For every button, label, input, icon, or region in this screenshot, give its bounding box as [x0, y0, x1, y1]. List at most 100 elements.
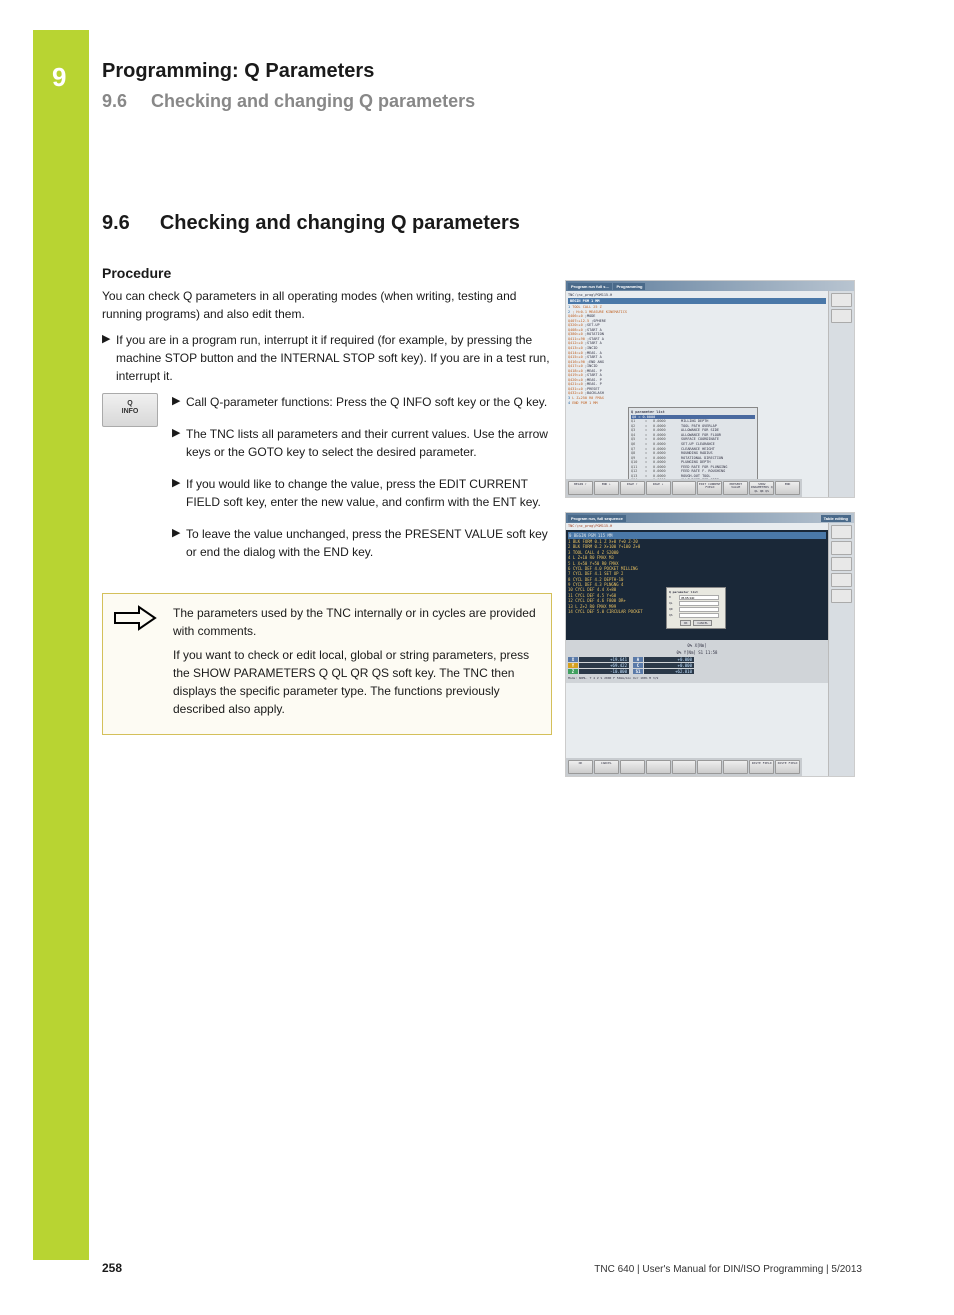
- section-number: 9.6: [102, 91, 127, 111]
- status-line: 0% Y[Nm] S1 11:58: [568, 649, 826, 656]
- program-begin: BEGIN PGM 1 MM: [568, 298, 826, 305]
- right-toolbar: [828, 291, 854, 497]
- softkey-button[interactable]: PRESENT VALUE: [723, 481, 748, 495]
- subbullet-item: ▶ The TNC lists all parameters and their…: [172, 425, 552, 461]
- footer-text: TNC 640 | User's Manual for DIN/ISO Prog…: [594, 1264, 862, 1275]
- triangle-bullet-icon: ▶: [172, 525, 186, 561]
- note-box: The parameters used by the TNC internall…: [102, 593, 552, 735]
- dialog-cancel-button[interactable]: CANCEL: [693, 620, 712, 626]
- subbullet-text: The TNC lists all parameters and their c…: [186, 425, 552, 461]
- axis-value: -10.000: [579, 669, 629, 674]
- chapter-title: Programming: Q Parameters: [102, 60, 862, 83]
- softkey-button[interactable]: [646, 760, 671, 774]
- softkey-button[interactable]: PAGE ↓: [646, 481, 671, 495]
- chapter-sidebar: [33, 30, 89, 1260]
- triangle-bullet-icon: ▶: [172, 475, 186, 511]
- triangle-bullet-icon: ▶: [172, 425, 186, 461]
- softkey-button[interactable]: CANCEL: [594, 760, 619, 774]
- softkey-button[interactable]: [723, 760, 748, 774]
- dialog-title: Q parameter list: [669, 590, 723, 594]
- intro-text: You can check Q parameters in all operat…: [102, 287, 552, 323]
- coordinate-row: X+19.641A+0.000: [568, 657, 826, 662]
- screenshot-titlebar: Program run full s… Programming: [566, 281, 854, 291]
- running-section-header: 9.6 Checking and changing Q parameters: [102, 91, 862, 112]
- dialog-field-label: 0: [669, 595, 679, 600]
- softkey-button[interactable]: END ↓: [594, 481, 619, 495]
- subbullet-text: Call Q-parameter functions: Press the Q …: [186, 393, 547, 411]
- softkey-button[interactable]: PAGE ↑: [620, 481, 645, 495]
- softkey-button[interactable]: END: [775, 481, 800, 495]
- toolbar-button[interactable]: [831, 293, 852, 307]
- dialog-field-label: QR: [669, 607, 679, 612]
- arrow-right-icon: [113, 604, 157, 632]
- coordinate-row: Y+69.422 C+0.000: [568, 663, 826, 668]
- toolbar-button[interactable]: [831, 573, 852, 587]
- mode-line: Mode: NOML. T 4 Z S 2000 F 50mm/min Ovr …: [568, 675, 826, 681]
- screenshot-titlebar: Program run, full sequence Table editing: [566, 513, 854, 523]
- section-title: Checking and changing Q parameters: [151, 91, 475, 111]
- dialog-field-label: QL: [669, 601, 679, 606]
- q-info-softkey[interactable]: Q INFO: [102, 393, 158, 427]
- softkey-button[interactable]: [672, 481, 697, 495]
- toolbar-button[interactable]: [831, 557, 852, 571]
- softkey-label-line2: INFO: [103, 408, 157, 416]
- softkey-button[interactable]: EDIT CURRENT FIELD: [697, 481, 722, 495]
- q-parameter-dialog: Q parameter list 0QLQRQS OK CANCEL: [666, 587, 726, 629]
- main-section-heading: 9.6 Checking and changing Q parameters: [102, 212, 862, 235]
- dialog-input[interactable]: [679, 607, 719, 612]
- softkey-button[interactable]: PASTE FIELD: [749, 760, 774, 774]
- toolbar-button[interactable]: [831, 309, 852, 323]
- dialog-ok-button[interactable]: OK: [680, 620, 692, 626]
- softkey-button[interactable]: [672, 760, 697, 774]
- softkey-button[interactable]: OK: [568, 760, 593, 774]
- softkey-row: BEGIN ↑END ↓PAGE ↑PAGE ↓ EDIT CURRENT FIE…: [566, 479, 802, 497]
- axis-label: Y: [568, 663, 578, 668]
- softkey-button[interactable]: SHOW PARAMETERS Q QL QR QS: [749, 481, 774, 495]
- program-line: 4 END PGM 1 MM: [568, 401, 826, 406]
- axis-label: Z: [568, 669, 578, 674]
- toolbar-button[interactable]: [831, 589, 852, 603]
- titlebar-mode-left: Program run, full sequence: [568, 515, 626, 522]
- tnc-screenshot-2: Program run, full sequence Table editing…: [565, 512, 855, 777]
- subbullet-text: If you would like to change the value, p…: [186, 475, 552, 511]
- titlebar-mode-right: Programming: [613, 283, 645, 290]
- axis-value: +69.422: [579, 663, 629, 668]
- dialog-field-row: QS: [669, 613, 723, 618]
- triangle-bullet-icon: ▶: [172, 393, 186, 411]
- chapter-number: 9: [52, 62, 66, 93]
- axis-label: C: [633, 663, 643, 668]
- coordinate-row: Z-10.000S1+62.810: [568, 669, 826, 674]
- dialog-input[interactable]: [679, 595, 719, 600]
- axis-value: +0.000: [644, 657, 694, 662]
- axis-label: X: [568, 657, 578, 662]
- axis-value: +0.000: [644, 663, 694, 668]
- softkey-button[interactable]: PASTE FIELD: [775, 760, 800, 774]
- softkey-row: OKCANCEL PASTE FIELDPASTE FIELD: [566, 758, 802, 776]
- dialog-input[interactable]: [679, 613, 719, 618]
- note-paragraph: The parameters used by the TNC internall…: [173, 604, 541, 640]
- page-number: 258: [102, 1261, 122, 1275]
- toolbar-button[interactable]: [831, 525, 852, 539]
- right-toolbar: [828, 523, 854, 776]
- procedure-heading: Procedure: [102, 265, 552, 281]
- titlebar-mode-left: Program run full s…: [568, 283, 612, 290]
- note-paragraph: If you want to check or edit local, glob…: [173, 646, 541, 718]
- titlebar-mode-right: Table editing: [821, 515, 851, 522]
- triangle-bullet-icon: ▶: [102, 331, 116, 385]
- dialog-field-row: QR: [669, 607, 723, 612]
- program-begin-line: 0 BEGIN PGM 115 MM: [568, 532, 826, 539]
- subbullet-item: ▶ If you would like to change the value,…: [172, 475, 552, 511]
- axis-value: +19.641: [579, 657, 629, 662]
- softkey-button[interactable]: BEGIN ↑: [568, 481, 593, 495]
- subbullet-text: To leave the value unchanged, press the …: [186, 525, 552, 561]
- dialog-input[interactable]: [679, 601, 719, 606]
- status-line: 0% X[Nm]: [568, 642, 826, 649]
- dialog-field-row: 0: [669, 595, 723, 600]
- softkey-button[interactable]: [620, 760, 645, 774]
- main-section-number: 9.6: [102, 212, 130, 234]
- softkey-button[interactable]: [697, 760, 722, 774]
- status-panel: 0% X[Nm] 0% Y[Nm] S1 11:58 X+19.641A+0.0…: [566, 640, 828, 684]
- bullet-item: ▶ If you are in a program run, interrupt…: [102, 331, 552, 385]
- main-section-title: Checking and changing Q parameters: [160, 212, 520, 234]
- toolbar-button[interactable]: [831, 541, 852, 555]
